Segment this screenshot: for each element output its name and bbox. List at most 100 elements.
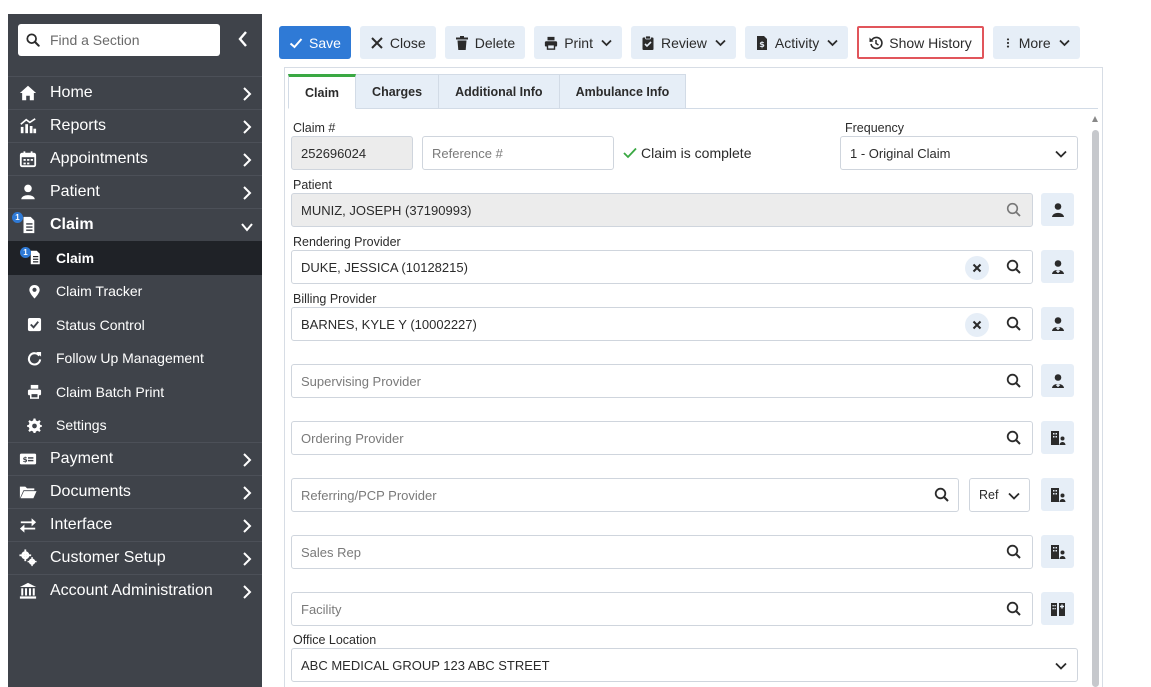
facility-search-button[interactable] (997, 592, 1030, 625)
sidebar-item-account-administration[interactable]: Account Administration (8, 574, 262, 607)
rendering-provider-doctor-button[interactable] (1041, 250, 1074, 283)
claim-number-field: 252696024 (291, 136, 413, 170)
reference-number-placeholder: Reference # (432, 145, 503, 161)
chevron-down-icon (1055, 662, 1067, 670)
review-button[interactable]: Review (630, 26, 736, 59)
sidebar-subitem-claim-tracker[interactable]: Claim Tracker (8, 275, 262, 309)
gears-icon (19, 549, 37, 567)
ordering-provider-field[interactable]: Ordering Provider (291, 421, 1033, 455)
ordering-provider-search-button[interactable] (997, 421, 1030, 454)
delete-button[interactable]: Delete (444, 26, 526, 59)
show-history-button[interactable]: Show History (857, 26, 984, 59)
print-icon (27, 385, 41, 400)
scroll-up-arrow-icon[interactable] (1092, 116, 1098, 122)
chevron-right-icon (243, 153, 252, 167)
close-icon (972, 263, 982, 273)
sidebar-subitem-settings[interactable]: Settings (8, 409, 262, 443)
sidebar-item-home[interactable]: Home (8, 76, 262, 109)
rendering-provider-field[interactable]: DUKE, JESSICA (10128215) (291, 250, 1033, 284)
sidebar-item-label: Account Administration (50, 582, 213, 599)
search-icon (1006, 601, 1021, 616)
facility-building-button[interactable] (1041, 592, 1074, 625)
sidebar-item-reports[interactable]: Reports (8, 109, 262, 142)
referring-provider-field[interactable]: Referring/PCP Provider (291, 478, 959, 512)
office-location-label: Office Location (293, 633, 377, 647)
supervising-provider-doctor-button[interactable] (1041, 364, 1074, 397)
chevron-right-icon (243, 519, 252, 533)
search-icon (934, 487, 949, 502)
sales-rep-directory-button[interactable] (1041, 535, 1074, 568)
save-button[interactable]: Save (279, 26, 351, 59)
reference-number-field[interactable]: Reference # (422, 136, 614, 170)
scrollbar-thumb[interactable] (1092, 130, 1099, 687)
sidebar-subitem-follow-up[interactable]: Follow Up Management (8, 342, 262, 376)
sidebar-subitem-batch-print[interactable]: Claim Batch Print (8, 375, 262, 409)
chevron-right-icon (243, 120, 252, 134)
office-location-select[interactable]: ABC MEDICAL GROUP 123 ABC STREET (291, 648, 1078, 682)
sidebar-subitem-label: Claim Tracker (56, 283, 143, 300)
calendar-icon (19, 151, 37, 168)
ordering-provider-directory-button[interactable] (1041, 421, 1074, 454)
sidebar-collapse-button[interactable] (234, 28, 252, 50)
doctor-icon (1051, 373, 1064, 388)
facility-field[interactable]: Facility (291, 592, 1033, 626)
sidebar-item-customer-setup[interactable]: Customer Setup (8, 541, 262, 574)
patient-profile-button[interactable] (1041, 193, 1074, 226)
office-location-value: ABC MEDICAL GROUP 123 ABC STREET (301, 657, 550, 673)
close-label: Close (389, 34, 426, 51)
close-icon (371, 36, 383, 49)
svg-text:$: $ (759, 40, 765, 49)
supervising-provider-field[interactable]: Supervising Provider (291, 364, 1033, 398)
supervising-provider-search-button[interactable] (997, 364, 1030, 397)
rendering-provider-clear-button[interactable] (965, 256, 989, 280)
sidebar-subitem-claim[interactable]: 1 Claim (8, 241, 262, 275)
close-button[interactable]: Close (359, 26, 436, 59)
history-icon (869, 36, 883, 49)
building-user-icon (1050, 430, 1065, 445)
print-label: Print (564, 34, 593, 51)
tab-ambulance-info[interactable]: Ambulance Info (559, 74, 687, 109)
gear-icon (26, 418, 42, 433)
billing-provider-doctor-button[interactable] (1041, 307, 1074, 340)
activity-button[interactable]: $ Activity (744, 26, 849, 59)
chevron-down-icon (1058, 39, 1070, 46)
facility-placeholder: Facility (301, 601, 342, 617)
sidebar-item-label: Payment (50, 450, 114, 467)
billing-provider-clear-button[interactable] (965, 313, 989, 337)
print-button[interactable]: Print (534, 26, 622, 59)
sidebar-item-payment[interactable]: $ Payment (8, 442, 262, 475)
form-scrollbar[interactable] (1089, 116, 1101, 687)
show-history-label: Show History (889, 34, 972, 51)
sidebar-search-input[interactable] (50, 32, 210, 48)
billing-provider-field[interactable]: BARNES, KYLE Y (10002227) (291, 307, 1033, 341)
tab-charges[interactable]: Charges (356, 74, 440, 109)
sales-rep-field[interactable]: Sales Rep (291, 535, 1033, 569)
tab-claim[interactable]: Claim (288, 74, 357, 109)
print-icon (545, 36, 558, 50)
chevron-right-icon (243, 486, 252, 500)
sidebar-item-claim[interactable]: 1 Claim (8, 208, 262, 241)
referral-type-select[interactable]: Ref (969, 478, 1030, 512)
billing-provider-search-button[interactable] (997, 307, 1030, 340)
patient-search-button[interactable] (997, 193, 1030, 226)
sales-rep-search-button[interactable] (997, 535, 1030, 568)
claim-badge: 1 (20, 246, 31, 258)
sidebar-item-interface[interactable]: Interface (8, 508, 262, 541)
sidebar-item-label: Customer Setup (50, 549, 166, 566)
referring-provider-directory-button[interactable] (1041, 478, 1074, 511)
sidebar-item-patient[interactable]: Patient (8, 175, 262, 208)
folder-icon (19, 486, 37, 499)
more-button[interactable]: More (992, 26, 1080, 59)
frequency-select[interactable]: 1 - Original Claim (840, 136, 1078, 170)
sidebar-item-label: Interface (50, 516, 113, 533)
sidebar-item-documents[interactable]: Documents (8, 475, 262, 508)
chevron-right-icon (243, 186, 252, 200)
sidebar-item-appointments[interactable]: Appointments (8, 142, 262, 175)
sidebar-search-box[interactable] (18, 24, 220, 56)
frequency-value: 1 - Original Claim (850, 145, 951, 161)
referring-provider-search-button[interactable] (925, 478, 958, 511)
sidebar-subitem-status-control[interactable]: Status Control (8, 308, 262, 342)
rendering-provider-search-button[interactable] (997, 250, 1030, 283)
sidebar-item-label: Appointments (50, 150, 148, 167)
tab-additional-info[interactable]: Additional Info (439, 74, 560, 109)
